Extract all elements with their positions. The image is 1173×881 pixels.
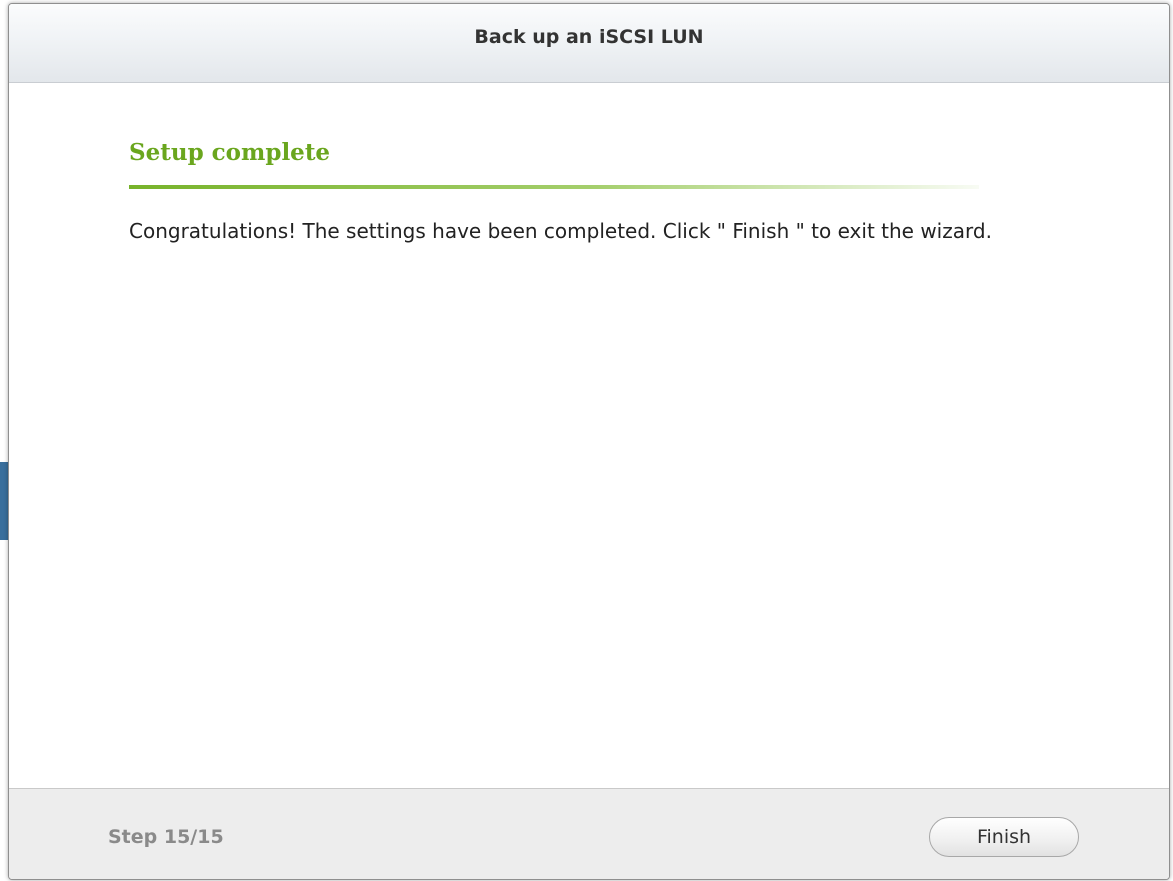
dialog-titlebar[interactable]: Back up an iSCSI LUN — [9, 4, 1169, 83]
section-divider — [129, 185, 979, 189]
wizard-content: Setup complete Congratulations! The sett… — [129, 134, 1049, 243]
step-indicator: Step 15/15 — [108, 826, 224, 848]
dialog-footer: Step 15/15 Finish — [9, 788, 1169, 879]
completion-message: Congratulations! The settings have been … — [129, 219, 992, 243]
finish-button[interactable]: Finish — [929, 817, 1079, 857]
wizard-dialog: Back up an iSCSI LUN Setup complete Cong… — [8, 3, 1170, 880]
dialog-title: Back up an iSCSI LUN — [474, 26, 704, 48]
section-heading: Setup complete — [129, 139, 331, 166]
